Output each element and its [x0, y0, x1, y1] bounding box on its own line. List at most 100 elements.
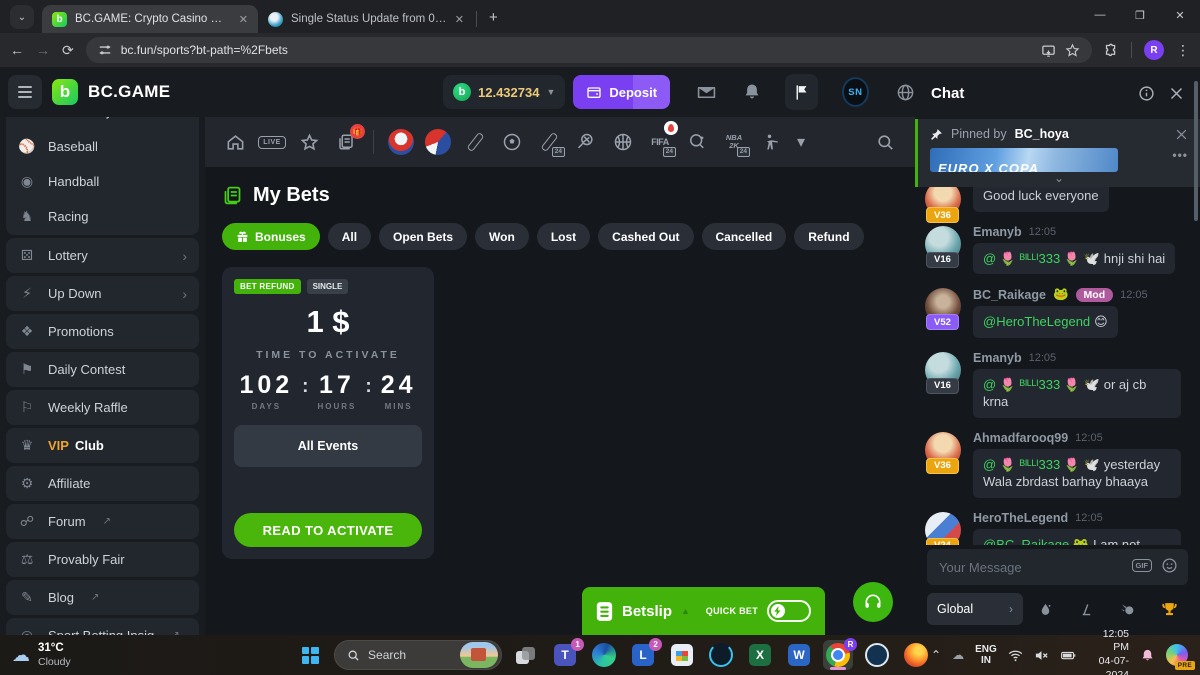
bcgame-logo-text[interactable]: BC.GAME: [88, 82, 170, 102]
site-settings-icon[interactable]: [98, 43, 112, 57]
tab-search-button[interactable]: ⌄: [10, 5, 34, 29]
sidebar-item-sport-betting-insights[interactable]: ◎Sport Betting Insig↗: [6, 618, 199, 635]
filter-cashed-out[interactable]: Cashed Out: [598, 223, 693, 250]
calendar-app-icon[interactable]: L2: [628, 640, 658, 670]
username[interactable]: Ahmadfarooq99: [973, 431, 1068, 445]
balance-selector[interactable]: b 12.432734 ▼: [443, 75, 565, 109]
emoji-picker-icon[interactable]: [1161, 557, 1178, 574]
chrome-icon[interactable]: R: [823, 640, 853, 670]
browser-profile-avatar[interactable]: R: [1144, 40, 1164, 60]
battery-icon[interactable]: [1060, 648, 1077, 663]
my-bets-icon[interactable]: 🎁: [332, 127, 360, 157]
filter-open-bets[interactable]: Open Bets: [379, 223, 467, 250]
language-indicator[interactable]: ENGIN: [975, 644, 997, 667]
task-view-button[interactable]: [511, 640, 541, 670]
address-bar[interactable]: bc.fun/sports?bt-path=%2Fbets: [86, 37, 1092, 63]
filter-won[interactable]: Won: [475, 223, 529, 250]
filter-bonuses[interactable]: Bonuses: [222, 223, 320, 250]
user-mention[interactable]: @ 🌷 ᴮᴵᴸᴸᴵ333 🌷 🕊️: [983, 377, 1100, 392]
hamburger-menu-button[interactable]: [8, 75, 42, 109]
sidebar-item-daily-contest[interactable]: ⚑Daily Contest: [6, 352, 199, 387]
filter-lost[interactable]: Lost: [537, 223, 590, 250]
close-tab-icon[interactable]: ✕: [239, 13, 248, 26]
sidebar-item-promotions[interactable]: ❖Promotions: [6, 314, 199, 349]
notifications-bell-icon[interactable]: [743, 83, 761, 101]
deposit-button[interactable]: Deposit: [573, 75, 670, 109]
all-events-button[interactable]: All Events: [234, 425, 422, 467]
start-button[interactable]: [295, 640, 325, 670]
filter-all[interactable]: All: [328, 223, 371, 250]
sidebar-item-lottery[interactable]: ⚄Lottery›: [6, 238, 199, 273]
wifi-icon[interactable]: [1008, 648, 1023, 663]
basketball-icon[interactable]: [609, 127, 637, 157]
chat-room-selector[interactable]: Global ›: [927, 593, 1023, 625]
teams-icon[interactable]: T1: [550, 640, 580, 670]
username[interactable]: Emanyb: [973, 225, 1022, 239]
soccer-icon[interactable]: [498, 127, 526, 157]
sidebar-item-affiliate[interactable]: ⚙Affiliate: [6, 466, 199, 501]
username[interactable]: Emanyb: [973, 351, 1022, 365]
chat-close-icon[interactable]: [1169, 86, 1184, 101]
table-tennis-icon[interactable]: [683, 127, 711, 157]
browser-menu-icon[interactable]: ⋮: [1176, 42, 1190, 59]
chat-info-icon[interactable]: [1138, 85, 1155, 102]
sidebar-item-weekly-raffle[interactable]: ⚐Weekly Raffle: [6, 390, 199, 425]
sidebar-item-vip-club[interactable]: ♛VIPClub: [6, 428, 199, 463]
betslip-bar[interactable]: Betslip ▲ QUICK BET: [582, 587, 825, 635]
bcgame-logo-icon[interactable]: b: [52, 79, 78, 105]
sidebar-item-provably-fair[interactable]: ⚖Provably Fair: [6, 542, 199, 577]
comet-icon[interactable]: [1110, 601, 1147, 617]
alexa-icon[interactable]: [706, 640, 736, 670]
sidebar-item-blog[interactable]: ✎Blog↗: [6, 580, 199, 615]
pinned-banner-image[interactable]: EURO X COPA: [930, 148, 1118, 172]
live-sports-icon[interactable]: LIVE: [258, 127, 286, 157]
user-mention[interactable]: @BC_Raikage 🐸: [983, 537, 1089, 545]
username[interactable]: BC_Raikage: [973, 288, 1046, 302]
pinned-expand-icon[interactable]: ⌄: [930, 173, 1188, 184]
notification-bell-icon[interactable]: [1140, 648, 1155, 663]
nba2k-24-icon[interactable]: NBA2K 24: [720, 127, 748, 157]
user-mention[interactable]: @ 🌷 ᴮᴵᴸᴸᴵ333 🌷 🕊️: [983, 251, 1100, 266]
rules-slash-icon[interactable]: [1068, 602, 1105, 617]
home-icon[interactable]: [221, 127, 249, 157]
edge-icon[interactable]: [589, 640, 619, 670]
close-window-button[interactable]: ✕: [1160, 0, 1200, 30]
new-tab-button[interactable]: +: [489, 9, 498, 26]
trophy-icon[interactable]: [1151, 601, 1188, 618]
word-icon[interactable]: W: [784, 640, 814, 670]
taskbar-search[interactable]: Search: [334, 640, 502, 670]
maximize-button[interactable]: ❐: [1120, 0, 1160, 30]
euro-tournament-icon[interactable]: [387, 127, 415, 157]
close-tab-icon[interactable]: ✕: [455, 13, 464, 26]
quest-flag-button[interactable]: [785, 74, 818, 110]
extensions-icon[interactable]: [1104, 43, 1119, 58]
pinned-close-icon[interactable]: [1175, 128, 1188, 141]
onedrive-cloud-icon[interactable]: ☁: [952, 648, 964, 662]
tray-chevron-up-icon[interactable]: ⌃: [931, 648, 941, 662]
chat-scrollbar[interactable]: [1194, 81, 1198, 221]
excel-icon[interactable]: X: [745, 640, 775, 670]
username[interactable]: HeroTheLegend: [973, 511, 1068, 525]
quick-bet-toggle[interactable]: [767, 600, 811, 622]
sidebar-item-handball[interactable]: ◉Handball: [6, 164, 199, 199]
read-to-activate-button[interactable]: READ TO ACTIVATE: [234, 513, 422, 547]
minimize-button[interactable]: —: [1080, 0, 1120, 30]
fifa-24-icon[interactable]: FIFA 24: [646, 127, 674, 157]
mail-icon[interactable]: [697, 83, 716, 102]
support-button[interactable]: [853, 582, 893, 622]
taskbar-clock[interactable]: 12:05 PM04-07-2024: [1088, 628, 1129, 675]
user-mention[interactable]: @ 🌷 ᴮᴵᴸᴸᴵ333 🌷 🕊️: [983, 457, 1100, 472]
gif-picker-icon[interactable]: GIF: [1132, 559, 1153, 573]
tab-status-update[interactable]: Single Status Update from 07/0 ✕: [258, 5, 474, 33]
pinned-more-icon[interactable]: •••: [1172, 148, 1188, 162]
search-icon[interactable]: [871, 127, 899, 157]
counter-strike-icon[interactable]: [757, 127, 785, 157]
taskbar-weather[interactable]: ☁ 31°CCloudy: [12, 641, 155, 670]
cricket-24-icon[interactable]: 24: [535, 127, 563, 157]
language-globe-icon[interactable]: [896, 83, 915, 102]
filter-refund[interactable]: Refund: [794, 223, 863, 250]
bookmark-star-icon[interactable]: [1065, 43, 1080, 58]
url-text[interactable]: bc.fun/sports?bt-path=%2Fbets: [121, 43, 1032, 57]
blue-app-icon[interactable]: [862, 640, 892, 670]
reload-button[interactable]: ⟳: [62, 42, 74, 59]
